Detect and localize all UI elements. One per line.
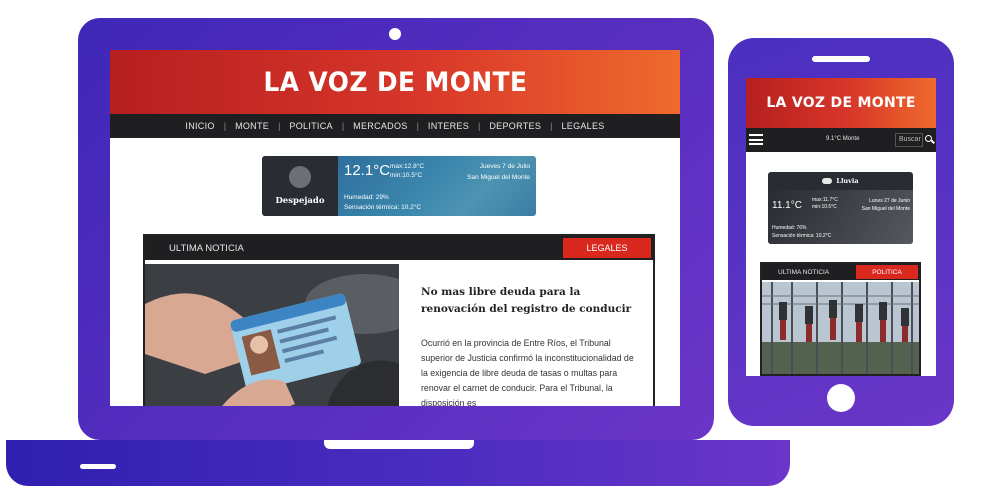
nav-item-inicio[interactable]: INICIO	[176, 121, 223, 131]
weather-max: max:12.8°C	[390, 163, 425, 170]
hamburger-menu-icon[interactable]	[749, 134, 763, 145]
mobile-weather-location: San Miguel del Monte	[861, 206, 910, 212]
mobile-site-header: LA VOZ DE MONTE	[746, 78, 936, 128]
site-header: LA VOZ DE MONTE	[110, 50, 680, 114]
news-excerpt: Ocurrió en la provincia de Entre Ríos, e…	[421, 338, 634, 406]
mobile-weather-temperature: 11.1°C	[772, 200, 802, 211]
mobile-site-logo[interactable]: LA VOZ DE MONTE	[766, 95, 915, 111]
mobile-weather-details: 11.1°C max:11.7°C min:10.5°C Lunes 27 de…	[768, 190, 913, 244]
mobile-top-bar: 9.1°C Monte Buscar	[746, 128, 936, 152]
mobile-news-section-label: ULTIMA NOTICIA	[778, 268, 830, 276]
search-icon[interactable]	[925, 135, 932, 142]
weather-extra: Humedad: 29% Sensación térmica: 10.2°C	[344, 193, 421, 212]
mobile-weather-widget: Lluvia 11.1°C max:11.7°C min:10.5°C Lune…	[768, 172, 913, 244]
mobile-weather-extra: Humedad: 76% Sensación térmica: 10.2°C	[772, 224, 831, 240]
weather-details-panel: 12.1°C max:12.8°C min:10.5°C Jueves 7 de…	[338, 156, 536, 216]
news-photo[interactable]	[145, 264, 399, 406]
mobile-weather-condition: Lluvia	[836, 177, 859, 185]
sun-icon	[289, 166, 311, 188]
phone-speaker	[812, 56, 870, 62]
weather-temperature: 12.1°C	[344, 162, 391, 179]
nav-item-monte[interactable]: MONTE	[226, 121, 278, 131]
mobile-site-screen: LA VOZ DE MONTE 9.1°C Monte Buscar Lluvi…	[746, 78, 936, 376]
mobile-temp-location: 9.1°C Monte	[826, 136, 860, 142]
mobile-weather-max: max:11.7°C	[812, 197, 838, 203]
latest-news-card: ULTIMA NOTICIA LEGALES No mas libre deud…	[143, 234, 655, 406]
mobile-news-photo[interactable]	[762, 282, 919, 374]
news-card-header: ULTIMA NOTICIA LEGALES	[145, 236, 653, 260]
weather-minmax: max:12.8°C min:10.5°C	[390, 163, 424, 180]
news-category-tag[interactable]: LEGALES	[563, 238, 651, 258]
weather-widget: Despejado 12.1°C max:12.8°C min:10.5°C J…	[262, 156, 536, 216]
mobile-weather-date-location: Lunes 27 de Junio San Miguel del Monte	[862, 197, 910, 213]
weather-min: min:10.5°C	[390, 171, 423, 179]
weather-condition-panel: Despejado	[262, 156, 338, 216]
nav-item-interes[interactable]: INTERES	[419, 121, 478, 131]
nav-item-deportes[interactable]: DEPORTES	[480, 121, 550, 131]
power-substation-photo	[762, 282, 919, 374]
weather-location: San Miguel del Monte	[467, 173, 530, 181]
mobile-weather-header: Lluvia	[768, 172, 913, 190]
mobile-weather-feels-like: Sensación térmica: 10.2°C	[772, 233, 832, 239]
desktop-site-screen: LA VOZ DE MONTE INICIO | MONTE | POLITIC…	[110, 50, 680, 406]
weather-condition: Despejado	[275, 196, 325, 206]
weather-date: Jueves 7 de Julio	[479, 163, 530, 170]
laptop-led	[80, 464, 116, 469]
weather-feels-like: Sensación térmica: 10.2°C	[344, 203, 422, 211]
drivers-license-photo	[145, 264, 399, 406]
laptop-camera	[389, 28, 401, 40]
weather-date-location: Jueves 7 de Julio San Miguel del Monte	[467, 162, 530, 183]
news-section-label: ULTIMA NOTICIA	[169, 242, 244, 254]
rain-cloud-icon	[822, 178, 833, 184]
mobile-search-input[interactable]: Buscar	[895, 133, 923, 147]
phone-device: LA VOZ DE MONTE 9.1°C Monte Buscar Lluvi…	[728, 38, 954, 426]
main-nav: INICIO | MONTE | POLITICA | MERCADOS | I…	[110, 114, 680, 138]
mobile-news-category-tag[interactable]: POLITICA	[856, 265, 918, 279]
mobile-latest-news-card: ULTIMA NOTICIA POLITICA	[760, 262, 921, 376]
mobile-weather-date: Lunes 27 de Junio	[869, 198, 910, 204]
news-article: No mas libre deuda para la renovación de…	[421, 284, 641, 406]
site-logo[interactable]: LA VOZ DE MONTE	[263, 67, 527, 98]
nav-item-politica[interactable]: POLITICA	[280, 121, 341, 131]
laptop-notch	[324, 440, 474, 449]
mobile-news-card-header: ULTIMA NOTICIA POLITICA	[762, 264, 919, 280]
mobile-weather-min: min:10.5°C	[812, 204, 837, 210]
news-headline[interactable]: No mas libre deuda para la renovación de…	[421, 284, 641, 318]
mobile-weather-humidity: Humedad: 76%	[772, 225, 807, 231]
weather-humidity: Humedad: 29%	[344, 194, 389, 201]
laptop-base	[6, 440, 790, 486]
nav-item-mercados[interactable]: MERCADOS	[344, 121, 416, 131]
phone-home-button	[827, 384, 855, 412]
nav-item-legales[interactable]: LEGALES	[552, 121, 613, 131]
mobile-weather-minmax: max:11.7°C min:10.5°C	[812, 197, 838, 211]
